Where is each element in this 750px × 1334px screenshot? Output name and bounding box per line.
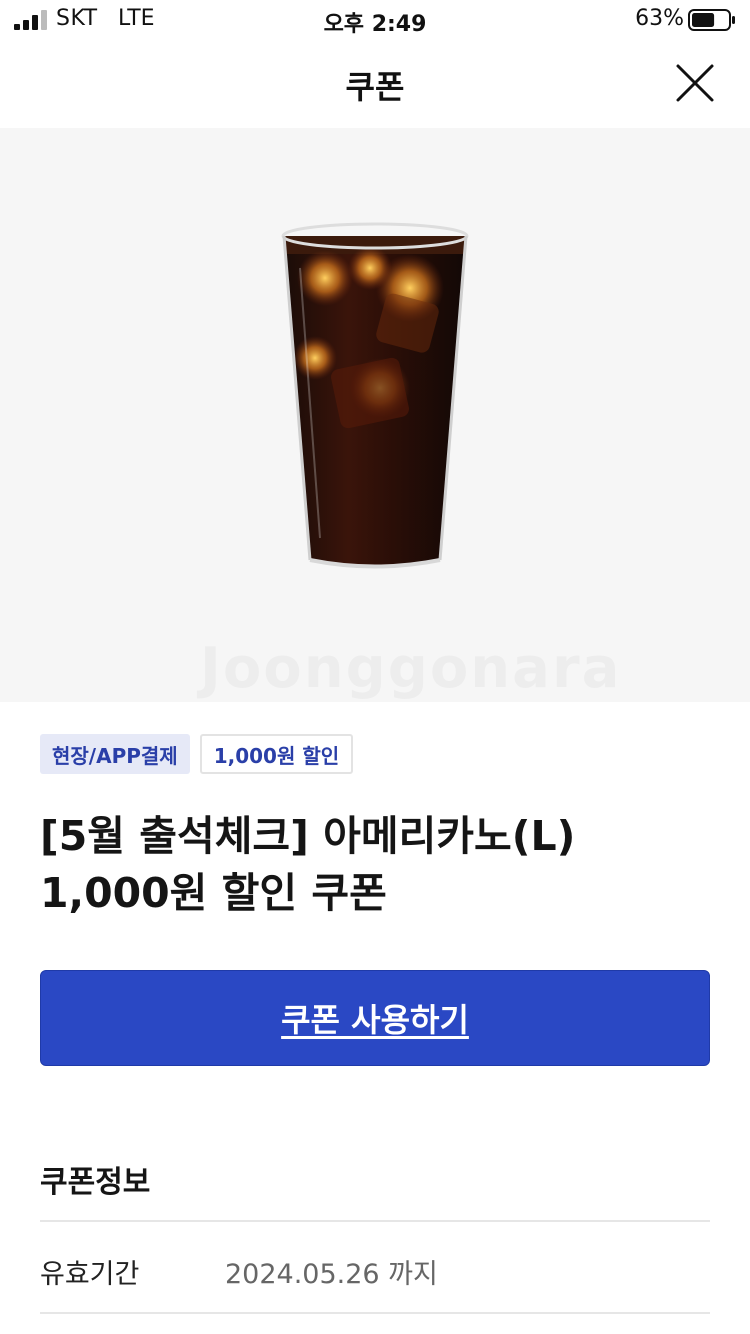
nav-bar: 쿠폰	[0, 40, 750, 128]
close-icon[interactable]	[675, 63, 715, 103]
divider	[40, 1312, 710, 1314]
iced-americano-image	[281, 222, 469, 569]
divider	[40, 1220, 710, 1222]
coupon-title: [5월 출석체크] 아메리카노(L) 1,000원 할인 쿠폰	[40, 808, 710, 922]
discount-badge: 1,000원 할인	[199, 734, 354, 774]
validity-value: 2024.05.26 까지	[225, 1259, 438, 1290]
page-title: 쿠폰	[345, 68, 405, 106]
coupon-title-line1: [5월 출석체크] 아메리카노(L)	[40, 812, 576, 860]
coupon-info-title: 쿠폰정보	[40, 1165, 151, 1200]
status-bar: SKT LTE 오후 2:49 63%	[0, 0, 750, 40]
use-coupon-label[interactable]: 쿠폰 사용하기	[281, 995, 469, 1041]
payment-method-badge: 현장/APP결제	[40, 734, 190, 774]
battery-icon	[688, 9, 735, 31]
battery-percent: 63%	[635, 6, 684, 31]
close-button[interactable]	[670, 58, 720, 108]
product-image-area: Joonggonara	[0, 128, 750, 702]
badge-row: 현장/APP결제 1,000원 할인	[40, 734, 354, 774]
use-coupon-button[interactable]: 쿠폰 사용하기	[40, 970, 710, 1066]
watermark: Joonggonara	[200, 636, 621, 701]
validity-label: 유효기간	[40, 1259, 140, 1290]
coupon-title-line2: 1,000원 할인 쿠폰	[40, 869, 387, 917]
